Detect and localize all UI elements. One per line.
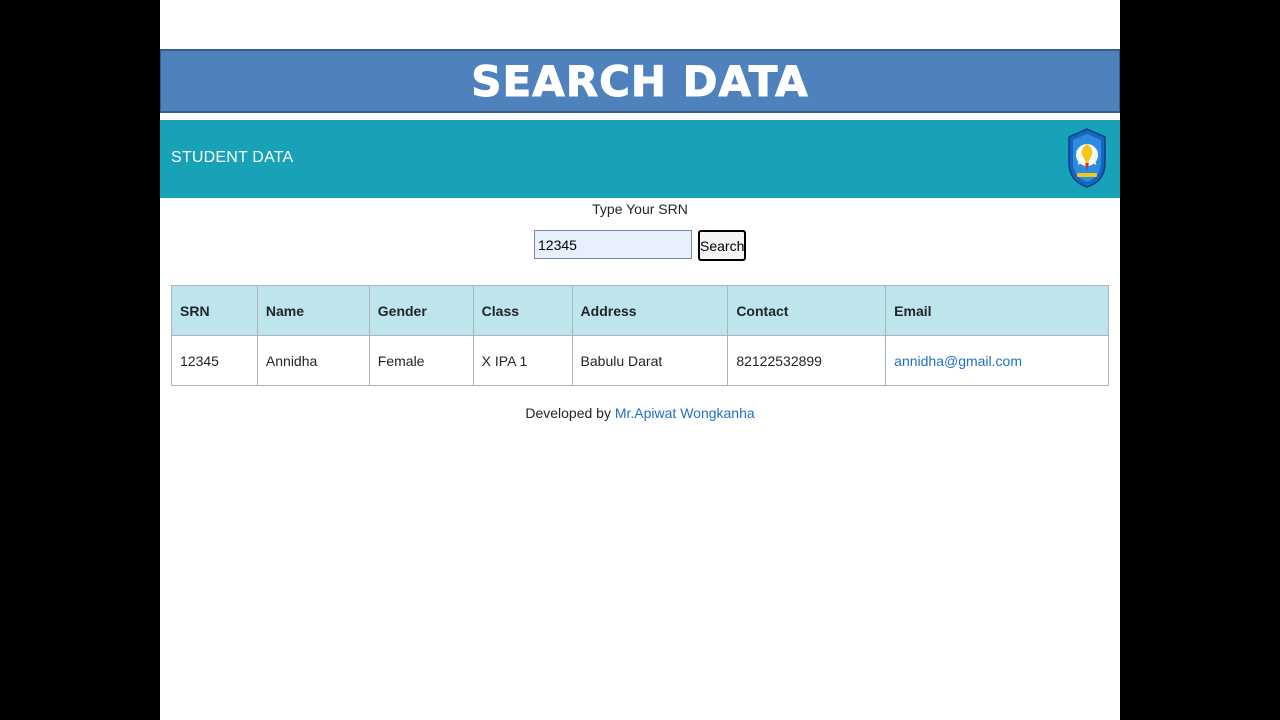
footer: Developed by Mr.Apiwat Wongkanha [160, 405, 1120, 421]
footer-prefix: Developed by [525, 405, 611, 421]
banner-title: SEARCH DATA [471, 56, 809, 106]
student-table: SRN Name Gender Class Address Contact Em… [171, 285, 1109, 386]
page: SEARCH DATA STUDENT DATA Type Your SRN S… [160, 0, 1120, 720]
search-prompt: Type Your SRN [592, 201, 688, 217]
cell-email: annidha@gmail.com [885, 335, 1109, 386]
navbar: STUDENT DATA [160, 120, 1120, 198]
cell-gender: Female [368, 335, 474, 386]
cell-class: X IPA 1 [472, 335, 573, 386]
srn-search-input[interactable] [534, 230, 692, 259]
email-link[interactable]: annidha@gmail.com [894, 353, 1022, 369]
header-name: Name [256, 285, 370, 336]
cell-contact: 82122532899 [727, 335, 887, 386]
title-banner: SEARCH DATA [160, 49, 1120, 113]
table-row: 12345 Annidha Female X IPA 1 Babulu Dara… [171, 335, 1109, 386]
cell-srn: 12345 [171, 335, 258, 386]
search-button[interactable]: Search [698, 230, 746, 261]
cell-address: Babulu Darat [571, 335, 729, 386]
table-header-row: SRN Name Gender Class Address Contact Em… [171, 285, 1109, 336]
header-address: Address [571, 285, 729, 336]
header-email: Email [885, 285, 1109, 336]
header-srn: SRN [171, 285, 258, 336]
tut-wuri-handayani-emblem-icon [1068, 128, 1106, 188]
header-gender: Gender [368, 285, 474, 336]
nav-brand[interactable]: STUDENT DATA [171, 149, 293, 167]
cell-name: Annidha [256, 335, 370, 386]
author-link[interactable]: Mr.Apiwat Wongkanha [615, 405, 755, 421]
header-class: Class [472, 285, 573, 336]
header-contact: Contact [727, 285, 887, 336]
